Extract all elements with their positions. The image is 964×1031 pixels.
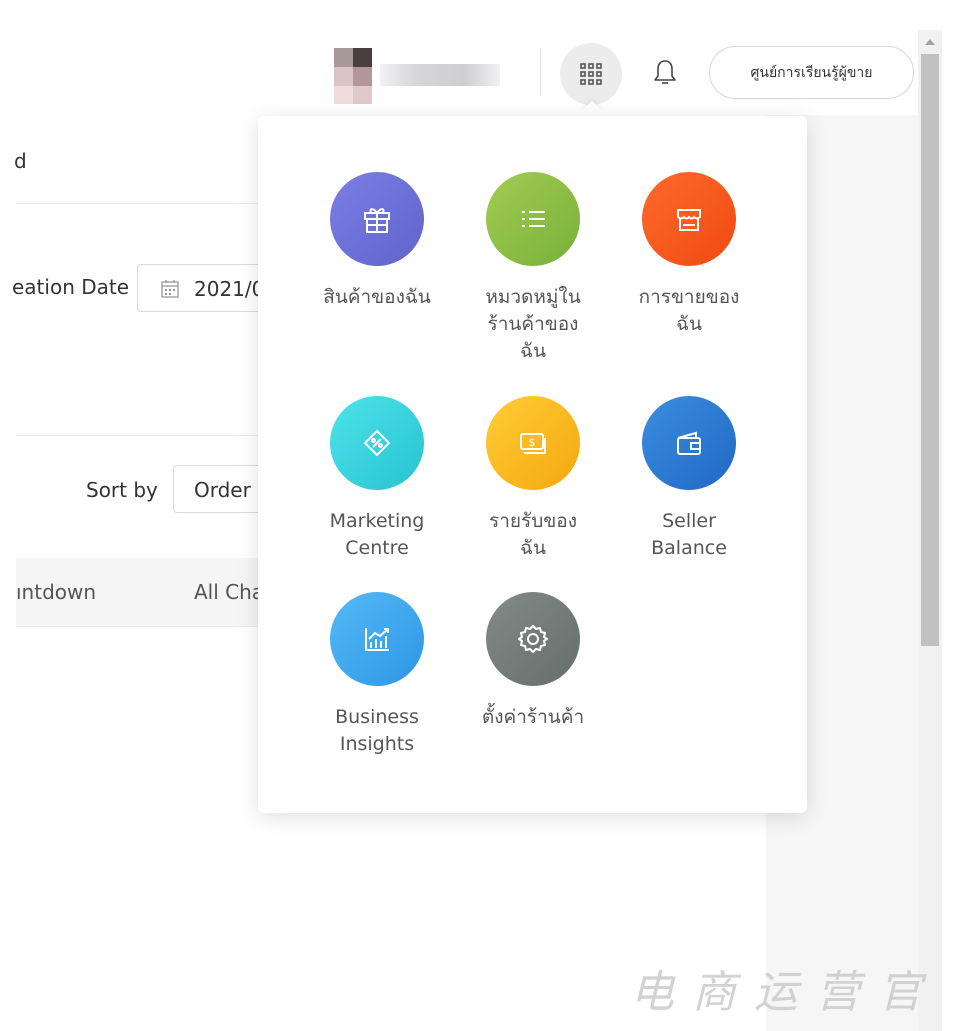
grid-icon bbox=[580, 63, 602, 85]
app-my-products[interactable]: สินค้าของฉัน bbox=[302, 172, 452, 311]
app-label: รายรับของ ฉัน bbox=[489, 510, 577, 559]
gear-icon bbox=[518, 625, 548, 653]
apps-dropdown-menu: สินค้าของฉัน หมวดหมู่ใน ร้านค้าของ ฉัน ก… bbox=[258, 116, 807, 813]
app-label: Business Insights bbox=[335, 706, 419, 755]
app-label: Seller Balance bbox=[651, 510, 727, 559]
app-my-sales[interactable]: การขายของ ฉัน bbox=[614, 172, 764, 338]
sort-by-label: Sort by bbox=[86, 478, 158, 502]
scroll-up-arrow-icon[interactable] bbox=[925, 39, 935, 45]
wallet-icon bbox=[677, 431, 701, 455]
app-business-insights[interactable]: Business Insights bbox=[302, 592, 452, 758]
header-divider bbox=[540, 48, 541, 96]
calendar-icon bbox=[161, 280, 179, 298]
money-icon: $ bbox=[520, 433, 546, 454]
app-label: ตั้งค่าร้านค้า bbox=[481, 706, 585, 728]
svg-text:$: $ bbox=[529, 436, 536, 449]
column-header-all-channels[interactable]: All Cha bbox=[194, 580, 264, 604]
list-icon bbox=[522, 211, 545, 227]
app-shop-categories[interactable]: หมวดหมู่ใน ร้านค้าของ ฉัน bbox=[458, 172, 608, 365]
avatar[interactable] bbox=[334, 48, 372, 104]
vertical-scrollbar[interactable] bbox=[918, 30, 942, 1031]
watermark: 电商运营官 bbox=[630, 966, 940, 1018]
discount-tag-icon bbox=[364, 430, 390, 456]
seller-learning-center-button[interactable]: ศูนย์การเรียนรู้ผู้ขาย bbox=[709, 46, 914, 99]
date-value: 2021/0 bbox=[194, 277, 265, 301]
app-label: สินค้าของฉัน bbox=[323, 286, 431, 308]
top-header: ศูนย์การเรียนรู้ผู้ขาย bbox=[0, 0, 918, 115]
gift-icon bbox=[364, 208, 390, 233]
app-my-income[interactable]: $ รายรับของ ฉัน bbox=[458, 396, 608, 562]
app-shop-settings[interactable]: ตั้งค่าร้านค้า bbox=[458, 592, 608, 731]
bell-icon bbox=[654, 60, 676, 84]
app-marketing-centre[interactable]: Marketing Centre bbox=[302, 396, 452, 562]
username-blurred bbox=[380, 64, 500, 86]
app-label: การขายของ ฉัน bbox=[638, 286, 740, 335]
column-header-countdown[interactable]: ıntdown bbox=[16, 580, 96, 604]
notification-button[interactable] bbox=[648, 55, 682, 91]
scrollbar-thumb[interactable] bbox=[921, 54, 939, 646]
app-label: Marketing Centre bbox=[329, 510, 425, 559]
chart-icon bbox=[365, 628, 389, 651]
app-label: หมวดหมู่ใน ร้านค้าของ ฉัน bbox=[485, 286, 581, 362]
creation-date-label: eation Date bbox=[12, 275, 130, 299]
sort-value: Order ( bbox=[194, 478, 265, 502]
apps-menu-button[interactable] bbox=[560, 43, 622, 105]
store-icon bbox=[677, 209, 701, 231]
app-seller-balance[interactable]: Seller Balance bbox=[614, 396, 764, 562]
page-heading-fragment: d bbox=[14, 149, 27, 173]
